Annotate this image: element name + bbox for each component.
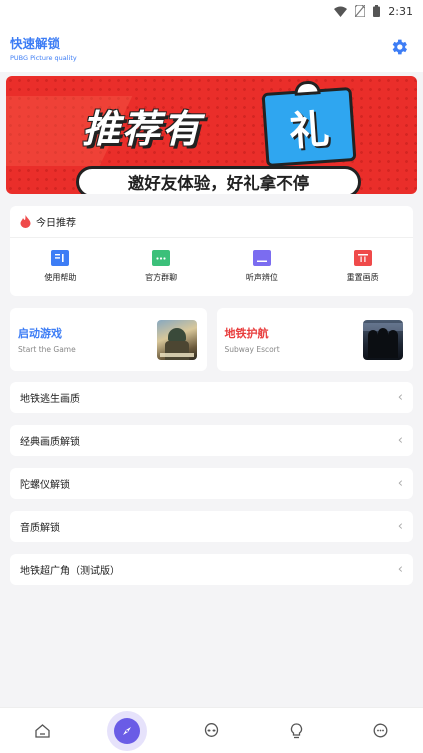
settings-gear-icon[interactable] — [389, 37, 409, 57]
chat-bubble-icon — [152, 250, 171, 266]
promo-banner[interactable]: 推荐有 礼 邀好友体验，好礼拿不停 — [6, 76, 417, 194]
chevron-left-icon: ‹ — [397, 519, 403, 534]
chevron-left-icon: ‹ — [397, 433, 403, 448]
app-bar: 快速解锁 PUBG Picture quality — [0, 22, 423, 72]
help-doc-icon — [51, 250, 70, 266]
chevron-left-icon: ‹ — [397, 562, 403, 577]
bottom-nav — [0, 707, 423, 753]
pubg-thumbnail — [156, 319, 197, 360]
lightbulb-icon — [290, 722, 302, 738]
flame-icon — [20, 215, 31, 228]
list-item[interactable]: 经典画质解锁 ‹ — [10, 425, 413, 456]
battery-icon — [373, 5, 381, 17]
app-title: 快速解锁 — [10, 35, 61, 51]
banner-title: 推荐有 — [82, 107, 203, 151]
recommend-title: 今日推荐 — [36, 218, 76, 229]
chevron-left-icon: ‹ — [397, 390, 403, 405]
list-item-label: 音质解锁 — [20, 523, 60, 534]
list-item[interactable]: 音质解锁 ‹ — [10, 511, 413, 542]
tab-home[interactable] — [22, 711, 62, 751]
recommend-item-label: 听声辨位 — [245, 273, 278, 282]
list-item-label: 地铁逃生画质 — [20, 394, 80, 405]
recommend-item-sound-locate[interactable]: 听声辨位 — [227, 250, 297, 283]
no-sim-icon — [355, 5, 366, 17]
subway-escort-card[interactable]: 地铁护航 Subway Escort — [216, 308, 413, 371]
tab-chat[interactable] — [361, 711, 401, 751]
subway-escort-text: 地铁护航 Subway Escort — [225, 325, 280, 354]
compass-icon — [113, 717, 140, 744]
wifi-icon — [334, 6, 348, 17]
subway-escort-title: 地铁护航 — [224, 327, 269, 340]
alien-icon — [204, 723, 219, 737]
list-item[interactable]: 地铁超广角（测试版） ‹ — [10, 554, 413, 585]
banner-badge-text: 礼 — [287, 106, 331, 156]
subway-thumbnail — [363, 319, 403, 360]
monitor-icon — [252, 250, 271, 266]
recommend-header: 今日推荐 — [10, 206, 413, 238]
tab-ideas[interactable] — [276, 711, 316, 751]
banner-slogan: 邀好友体验，好礼拿不停 — [76, 166, 361, 194]
list-item-label: 经典画质解锁 — [20, 437, 80, 448]
recommend-item-label: 使用帮助 — [44, 273, 77, 282]
home-icon — [35, 723, 50, 738]
tab-alien[interactable] — [191, 711, 231, 751]
list-item[interactable]: 陀螺仪解锁 ‹ — [10, 468, 413, 499]
app-subtitle: PUBG Picture quality — [10, 53, 77, 62]
banner-gift-badge: 礼 — [261, 80, 357, 168]
start-game-title: 启动游戏 — [18, 327, 62, 340]
subway-escort-subtitle: Subway Escort — [224, 345, 280, 354]
recommend-items: 使用帮助 官方群聊 听声辨位 重置画质 — [10, 238, 413, 283]
feature-list: 地铁逃生画质 ‹ 经典画质解锁 ‹ 陀螺仪解锁 ‹ 音质解锁 ‹ 地铁超广角（测… — [0, 382, 423, 585]
tab-discover[interactable] — [106, 710, 147, 751]
status-time: 2:31 — [388, 4, 413, 18]
recommend-card: 今日推荐 使用帮助 官方群聊 听声辨位 重置画质 — [10, 206, 413, 296]
status-bar: 2:31 — [0, 0, 423, 22]
brand: 快速解锁 PUBG Picture quality — [10, 33, 77, 62]
recommend-item-label: 重置画质 — [346, 273, 379, 282]
start-game-text: 启动游戏 Start the Game — [18, 325, 76, 354]
list-item[interactable]: 地铁逃生画质 ‹ — [10, 382, 413, 413]
recommend-item-label: 官方群聊 — [145, 273, 178, 282]
chevron-left-icon: ‹ — [397, 476, 403, 491]
start-game-card[interactable]: 启动游戏 Start the Game — [10, 308, 207, 371]
recommend-item-group-chat[interactable]: 官方群聊 — [126, 250, 196, 283]
game-cards: 启动游戏 Start the Game 地铁护航 Subway Escort — [10, 308, 413, 371]
start-game-subtitle: Start the Game — [18, 345, 76, 354]
recommend-item-reset-quality[interactable]: 重置画质 — [328, 250, 398, 283]
chat-icon — [373, 723, 388, 738]
list-item-label: 地铁超广角（测试版） — [20, 566, 120, 577]
list-item-label: 陀螺仪解锁 — [20, 480, 70, 491]
recommend-item-help[interactable]: 使用帮助 — [25, 250, 95, 283]
trash-icon — [353, 250, 372, 266]
